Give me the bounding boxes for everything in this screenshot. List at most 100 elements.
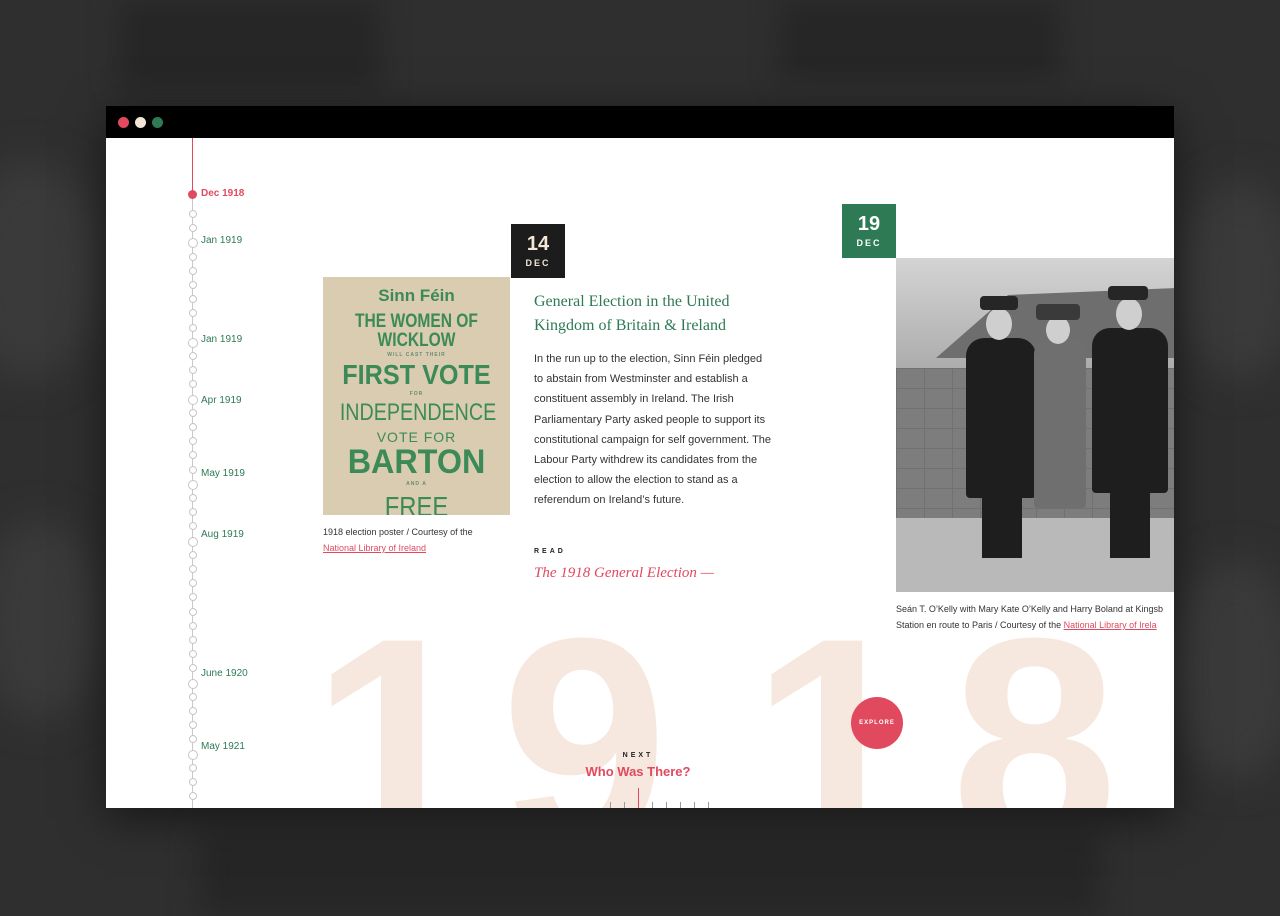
timeline-dot[interactable]	[189, 650, 197, 658]
timeline-item-jan-1919-b[interactable]: Jan 1919	[201, 334, 242, 345]
caption-link[interactable]: National Library of Ireland	[323, 543, 426, 553]
election-poster-image[interactable]: Sinn Féin THE WOMEN OF WICKLOW WILL CAST…	[323, 277, 510, 515]
timeline-item-aug-1919[interactable]: Aug 1919	[201, 529, 244, 540]
poster-line: AND A	[406, 481, 427, 487]
caption-text: Station en route to Paris / Courtesy of …	[896, 620, 1062, 630]
progress-tick[interactable]	[694, 802, 695, 808]
explore-button[interactable]: EXPLORE	[851, 697, 903, 749]
article-title: General Election in the United Kingdom o…	[534, 293, 730, 334]
timeline-dot[interactable]	[189, 608, 197, 616]
timeline-dot[interactable]	[189, 309, 197, 317]
timeline-dot[interactable]	[188, 395, 198, 405]
poster-line: WILL CAST THEIR	[387, 352, 446, 358]
timeline-dot[interactable]	[188, 238, 198, 248]
section-progress-ticks	[610, 786, 710, 808]
timeline-dot[interactable]	[189, 622, 197, 630]
read-more-link[interactable]: The 1918 General Election —	[534, 565, 714, 582]
timeline-dot[interactable]	[189, 721, 197, 729]
timeline-dot[interactable]	[189, 352, 197, 360]
timeline-dot[interactable]	[189, 253, 197, 261]
minimize-dot[interactable]	[135, 117, 146, 128]
timeline-dot[interactable]	[189, 735, 197, 743]
read-label: READ	[534, 548, 566, 555]
timeline-dot[interactable]	[189, 380, 197, 388]
timeline-dot[interactable]	[188, 679, 198, 689]
poster-line: FOR	[409, 391, 424, 397]
timeline-item-may-1919[interactable]: May 1919	[201, 468, 245, 479]
timeline-dot[interactable]	[189, 466, 197, 474]
caption-link[interactable]: National Library of Irela	[1064, 620, 1157, 630]
timeline-dot[interactable]	[189, 593, 197, 601]
timeline-dot[interactable]	[189, 281, 197, 289]
timeline-item-may-1921[interactable]: May 1921	[201, 741, 245, 752]
timeline-dot[interactable]	[188, 537, 198, 547]
timeline-dot[interactable]	[188, 480, 198, 490]
timeline-dot[interactable]	[189, 565, 197, 573]
browser-window: 1 9 1 8 Dec 1918 Jan 1919 Jan 1919 Apr 1…	[106, 106, 1174, 808]
poster-line: FREE IRELAND	[384, 491, 449, 516]
progress-tick[interactable]	[652, 802, 653, 808]
timeline-dot[interactable]	[189, 522, 197, 530]
poster-line: BARTON	[347, 443, 486, 481]
page-content: 1 9 1 8 Dec 1918 Jan 1919 Jan 1919 Apr 1…	[106, 138, 1174, 808]
timeline-dot[interactable]	[189, 636, 197, 644]
next-label: NEXT	[622, 752, 654, 759]
progress-tick[interactable]	[666, 802, 667, 808]
timeline-dot[interactable]	[189, 267, 197, 275]
timeline-dot[interactable]	[189, 494, 197, 502]
year-digit: 1	[311, 575, 478, 808]
timeline-dot[interactable]	[189, 707, 197, 715]
timeline-dot[interactable]	[189, 792, 197, 800]
timeline-item-dec-1918[interactable]: Dec 1918	[201, 188, 244, 199]
timeline-item-jan-1919[interactable]: Jan 1919	[201, 235, 242, 246]
timeline-dot[interactable]	[189, 423, 197, 431]
timeline-dot[interactable]	[188, 750, 198, 760]
timeline-dot[interactable]	[189, 409, 197, 417]
date-month: DEC	[525, 258, 551, 268]
poster-caption: 1918 election poster / Courtesy of the N…	[323, 524, 523, 556]
timeline-dot[interactable]	[189, 324, 197, 332]
caption-text: 1918 election poster / Courtesy of the	[323, 527, 473, 537]
timeline-marker-active[interactable]	[188, 190, 197, 199]
timeline-dot[interactable]	[189, 451, 197, 459]
progress-tick[interactable]	[610, 802, 611, 808]
date-tag-14-dec: 14 DEC	[511, 224, 565, 278]
year-digit: 1	[751, 575, 918, 808]
poster-line: INDEPENDENCE	[339, 399, 497, 426]
maximize-dot[interactable]	[152, 117, 163, 128]
timeline-dot[interactable]	[189, 764, 197, 772]
timeline-dot[interactable]	[189, 295, 197, 303]
timeline-dot[interactable]	[189, 437, 197, 445]
timeline-dot[interactable]	[189, 693, 197, 701]
poster-line: VOTE FOR	[376, 429, 457, 445]
poster-line: FIRST VOTE	[342, 359, 491, 390]
window-titlebar	[106, 106, 1174, 138]
historic-photo[interactable]	[896, 258, 1174, 592]
poster-line: THE WOMEN OF WICKLOW	[355, 311, 478, 351]
timeline-dot[interactable]	[189, 579, 197, 587]
timeline-dot[interactable]	[189, 778, 197, 786]
timeline-dot[interactable]	[189, 224, 197, 232]
next-section-link[interactable]: Who Was There?	[558, 764, 718, 779]
photo-caption: Seán T. O’Kelly with Mary Kate O’Kelly a…	[896, 601, 1174, 633]
date-day: 19	[857, 213, 881, 235]
poster-line: Sinn Féin	[378, 286, 455, 305]
progress-tick[interactable]	[624, 802, 625, 808]
timeline-dot[interactable]	[189, 664, 197, 672]
progress-tick-active[interactable]	[638, 788, 639, 808]
date-month: DEC	[856, 238, 882, 248]
timeline-dot[interactable]	[189, 210, 197, 218]
timeline-item-june-1920[interactable]: June 1920	[201, 668, 248, 679]
timeline-dot[interactable]	[189, 508, 197, 516]
timeline-dot[interactable]	[188, 338, 198, 348]
close-dot[interactable]	[118, 117, 129, 128]
timeline-dot[interactable]	[189, 366, 197, 374]
timeline-dot[interactable]	[189, 551, 197, 559]
timeline-item-apr-1919[interactable]: Apr 1919	[201, 395, 242, 406]
article-body: In the run up to the election, Sinn Féin…	[534, 353, 772, 507]
progress-tick[interactable]	[708, 802, 709, 808]
date-tag-19-dec: 19 DEC	[842, 204, 896, 258]
progress-tick[interactable]	[680, 802, 681, 808]
date-day: 14	[526, 233, 550, 255]
caption-text: Seán T. O’Kelly with Mary Kate O’Kelly a…	[896, 604, 1163, 614]
